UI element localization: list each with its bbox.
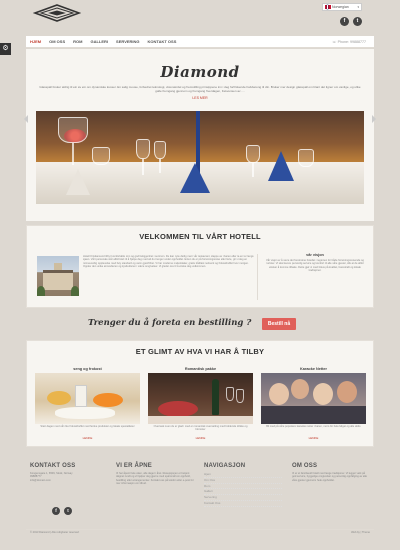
slider-next-arrow[interactable] bbox=[372, 115, 376, 123]
offer-link[interactable]: LENKE bbox=[148, 436, 253, 440]
offer-link[interactable]: LENKE bbox=[261, 436, 366, 440]
footer-hours-title: VI ER ÅPNE bbox=[116, 463, 153, 469]
footer-hours: VI ER ÅPNE Vi har åpent hele uken, alle … bbox=[116, 463, 194, 486]
offers-section: ET GLIMT AV HVA VI HAR Å TILBY seng og f… bbox=[26, 340, 374, 447]
booking-cta: Trenger du å foreta en bestilling ? Best… bbox=[26, 313, 374, 335]
offer-card-romantisk: Romantisk pakke Overrask noen du er glad… bbox=[148, 367, 253, 443]
nav-item-galleri[interactable]: GALLERI bbox=[86, 36, 112, 48]
footer-about-title: OM OSS bbox=[292, 463, 318, 469]
welcome-text: Hotell Kristiansund tilbyr komfortable r… bbox=[83, 255, 254, 269]
welcome-title: VELKOMMEN TIL VÅRT HOTELL bbox=[139, 232, 261, 241]
contact-email[interactable]: info@domain.com bbox=[30, 479, 108, 482]
footer-hours-text: Vi har åpent hele uken, alle dager i åre… bbox=[116, 472, 194, 486]
les-mer-link[interactable]: LES MER bbox=[26, 96, 374, 100]
norway-flag-icon bbox=[325, 5, 331, 9]
nav-item-rom[interactable]: ROM bbox=[69, 36, 86, 48]
footer-nav-title: NAVIGASJON bbox=[204, 463, 246, 469]
footer-contact: KONTAKT OSS Kongensgate 1, 6509, Strøk, … bbox=[30, 463, 108, 515]
book-now-button[interactable]: Bestill nå bbox=[262, 318, 296, 330]
hotel-photo bbox=[37, 256, 79, 296]
nav-item-servering[interactable]: SERVERING bbox=[112, 36, 144, 48]
breakfast-photo bbox=[35, 373, 140, 424]
footer-about-text: Vi er et familieeid hotell med lange tra… bbox=[292, 472, 367, 482]
facebook-icon[interactable]: f bbox=[340, 17, 349, 26]
nav-item-kontakt-oss[interactable]: KONTAKT OSS bbox=[144, 36, 181, 48]
offer-card-frokost: seng og frokost Start dagen med vår rike… bbox=[35, 367, 140, 443]
footer-bottom-bar: © 2013 Diamond | Alle rettigheter reserv… bbox=[26, 529, 374, 536]
welcome-section: VELKOMMEN TIL VÅRT HOTELL Hotell Kristia… bbox=[26, 225, 374, 308]
romantic-photo bbox=[148, 373, 253, 424]
visjon-title: vår visjon bbox=[306, 253, 324, 257]
credit-text[interactable]: Web by | Theme bbox=[351, 531, 370, 534]
diamond-logo[interactable] bbox=[32, 4, 82, 22]
offers-title: ET GLIMT AV HVA VI HAR Å TILBY bbox=[135, 347, 265, 356]
visjon-text: Vår visjon er å være det foretrukne hote… bbox=[266, 259, 364, 273]
footer-contact-title: KONTAKT OSS bbox=[30, 463, 76, 469]
sidebar-toggle-button[interactable]: ⚙ bbox=[0, 43, 11, 55]
offer-link[interactable]: LENKE bbox=[35, 436, 140, 440]
offer-caption: Start dagen med vår rike frokostbuffet m… bbox=[40, 425, 135, 428]
phone-number: ☏ Phone: 99888777 bbox=[332, 40, 366, 44]
hero-intro: Glasspall bruker aldrig til ein av ein o… bbox=[39, 85, 361, 93]
footer-about: OM OSS Vi er et familieeid hotell med la… bbox=[292, 463, 370, 482]
main-nav: HJEM OM OSS ROM GALLERI SERVERING KONTAK… bbox=[26, 36, 374, 48]
booking-question: Trenger du å foreta en bestilling ? bbox=[88, 318, 252, 328]
karaoke-photo bbox=[261, 373, 366, 424]
footer-navigation: NAVIGASJON Hjem Om Oss Rom Galleri Serve… bbox=[204, 463, 282, 507]
slider-prev-arrow[interactable] bbox=[24, 115, 28, 123]
offer-card-karaoke: Karaoke Netter Bli med på våre populære … bbox=[261, 367, 366, 443]
offer-caption: Bli med på våre populære karaoke netter … bbox=[266, 425, 361, 428]
hero-section: Diamond Glasspall bruker aldrig til ein … bbox=[24, 49, 376, 221]
nav-item-om-oss[interactable]: OM OSS bbox=[45, 36, 69, 48]
visjon-block: vår visjon Vår visjon er å være det fore… bbox=[263, 253, 367, 273]
offer-caption: Overrask noen du er glad i med en romant… bbox=[153, 425, 248, 432]
footer-facebook-icon[interactable]: f bbox=[52, 507, 60, 515]
restaurant-photo bbox=[36, 111, 364, 204]
footer-nav-kontakt-oss[interactable]: Kontakt Oss bbox=[204, 501, 282, 507]
gear-icon: ⚙ bbox=[2, 45, 9, 52]
twitter-icon[interactable]: t bbox=[353, 17, 362, 26]
footer-twitter-icon[interactable]: t bbox=[64, 507, 72, 515]
nav-item-hjem[interactable]: HJEM bbox=[26, 36, 45, 48]
copyright-text: © 2013 Diamond | Alle rettigheter reserv… bbox=[30, 531, 80, 534]
chevron-down-icon: ▾ bbox=[357, 5, 359, 9]
hero-title: Diamond bbox=[160, 63, 240, 81]
language-select[interactable]: Norwegian ▾ bbox=[322, 3, 362, 11]
footer: KONTAKT OSS Kongensgate 1, 6509, Strøk, … bbox=[26, 458, 374, 536]
